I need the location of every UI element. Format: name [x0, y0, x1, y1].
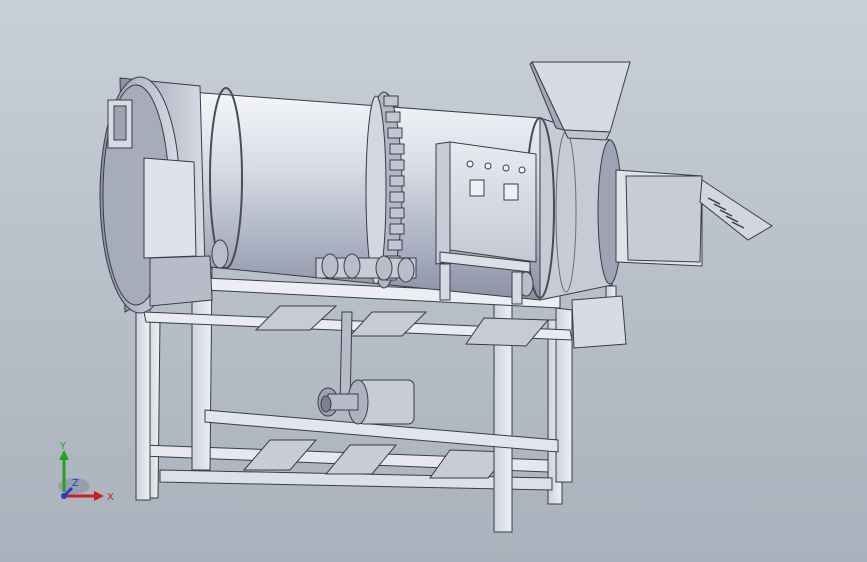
cad-viewport[interactable]: Y X Z	[0, 0, 867, 562]
coordinate-triad: Y X Z	[58, 441, 114, 503]
control-switch-1	[469, 179, 485, 197]
z-axis-label: Z	[72, 478, 79, 489]
control-switch-2	[503, 183, 519, 201]
indicator-light-2	[484, 162, 492, 170]
discharge-chute	[615, 169, 773, 267]
machine-model[interactable]	[0, 0, 867, 562]
indicator-light-1	[466, 160, 474, 168]
x-axis-label: X	[107, 492, 114, 503]
indicator-light-3	[502, 164, 510, 172]
y-axis-label: Y	[59, 441, 67, 452]
